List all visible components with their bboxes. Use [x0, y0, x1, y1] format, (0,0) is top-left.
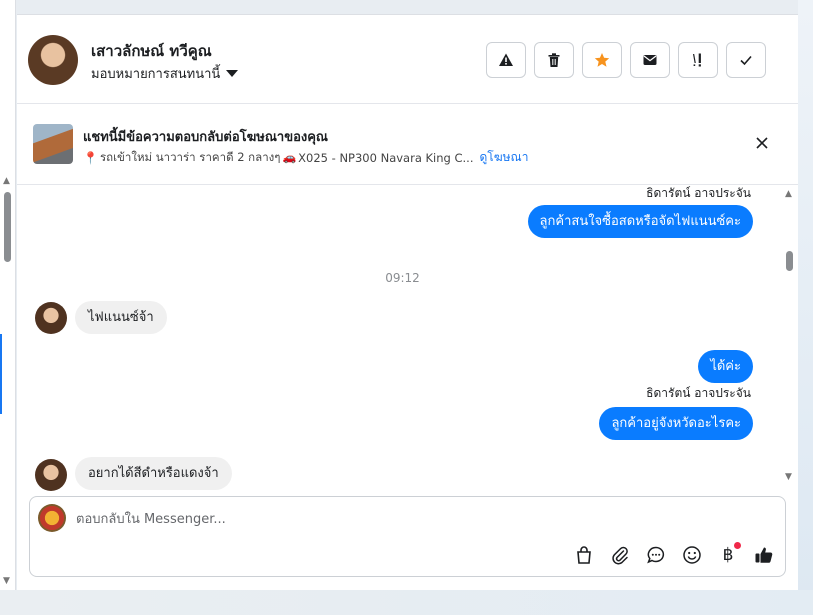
shopping-bag-icon — [577, 546, 591, 564]
contact-avatar-small[interactable] — [35, 302, 67, 334]
smiley-icon — [683, 546, 701, 564]
left-scrollbar-thumb[interactable] — [4, 192, 11, 262]
ad-description-text: รถเข้าใหม่ นาวาร่า ราคาดี 2 กลางๆ — [99, 149, 281, 164]
ad-description: 📍 รถเข้าใหม่ นาวาร่า ราคาดี 2 กลางๆ 🚗 X0… — [83, 148, 528, 167]
chat-bubble-icon — [647, 546, 665, 564]
contact-avatar[interactable] — [28, 35, 78, 85]
caret-down-icon — [226, 70, 239, 77]
scroll-up-arrow-icon[interactable]: ▲ — [3, 176, 10, 186]
outgoing-message[interactable]: ลูกค้าอยู่จังหวัดอะไรคะ — [599, 407, 753, 440]
payment-button[interactable]: ฿ — [718, 542, 741, 565]
notification-dot — [734, 542, 741, 549]
scroll-down-arrow-icon[interactable]: ▼ — [3, 576, 10, 586]
background-footer — [0, 590, 813, 615]
thread-scrollbar-thumb[interactable] — [786, 251, 793, 271]
message-timestamp: 09:12 — [385, 271, 420, 285]
emoji-button[interactable] — [682, 545, 702, 565]
ad-thumbnail[interactable] — [33, 124, 73, 164]
composer-tools: ฿ — [574, 542, 774, 565]
contact-avatar-small[interactable] — [35, 459, 67, 491]
mark-unread-button[interactable] — [630, 42, 670, 78]
left-column: ▲ ▼ — [0, 0, 16, 590]
close-icon[interactable] — [753, 134, 771, 152]
envelope-icon — [643, 55, 657, 65]
incoming-message[interactable]: อยากได้สีดำหรือแดงจ้า — [75, 457, 232, 490]
reply-composer: ฿ — [29, 496, 786, 577]
attach-button[interactable] — [610, 545, 630, 565]
star-icon — [594, 53, 610, 67]
thumbs-up-icon — [755, 547, 773, 563]
outgoing-message[interactable]: ลูกค้าสนใจซื้อสดหรือจัดไฟแนนซ์คะ — [527, 205, 753, 238]
paperclip-icon — [612, 546, 628, 565]
sender-name: ธิดารัตน์ อาจประจัน — [646, 186, 751, 200]
like-button[interactable] — [754, 545, 774, 565]
message-thread[interactable]: ▲ ▼ ธิดารัตน์ อาจประจัน ลูกค้าสนใจซื้อสด… — [17, 186, 798, 493]
page-avatar — [38, 504, 66, 532]
mark-done-button[interactable] — [726, 42, 766, 78]
ad-reply-banner: แชทนี้มีข้อความตอบกลับต่อโฆษณาของคุณ 📍 ร… — [17, 105, 798, 185]
outgoing-message[interactable]: ได้ค่ะ — [698, 350, 753, 383]
assign-conversation-dropdown[interactable]: มอบหมายการสนทนานี้ — [91, 63, 239, 84]
ad-product-text: X025 - NP300 Navara King C... — [298, 150, 474, 165]
active-indicator — [0, 334, 2, 414]
scroll-up-arrow-icon[interactable]: ▲ — [785, 189, 792, 199]
header-actions — [486, 42, 766, 78]
shopping-bag-button[interactable] — [574, 545, 594, 565]
check-icon — [740, 55, 752, 66]
follow-up-icon — [693, 53, 701, 67]
ad-banner-title: แชทนี้มีข้อความตอบกลับต่อโฆษณาของคุณ — [83, 130, 328, 145]
background-strip — [798, 0, 813, 615]
car-icon: 🚗 — [282, 151, 297, 164]
view-ad-link[interactable]: ดูโฆษณา — [480, 148, 529, 167]
star-button[interactable] — [582, 42, 622, 78]
conversation-header: เสาวลักษณ์ ทวีคูณ มอบหมายการสนทนานี้ — [17, 15, 798, 104]
trash-icon — [548, 53, 560, 67]
incoming-message[interactable]: ไฟแนนซ์จ้า — [75, 301, 167, 334]
contact-name[interactable]: เสาวลักษณ์ ทวีคูณ — [91, 39, 212, 63]
warning-icon — [499, 53, 513, 66]
reply-input[interactable] — [76, 508, 676, 530]
saved-replies-button[interactable] — [646, 545, 666, 565]
sender-name: ธิดารัตน์ อาจประจัน — [646, 386, 751, 400]
delete-button[interactable] — [534, 42, 574, 78]
follow-up-button[interactable] — [678, 42, 718, 78]
assign-label: มอบหมายการสนทนานี้ — [91, 67, 221, 82]
conversation-panel: เสาวลักษณ์ ทวีคูณ มอบหมายการสนทนานี้ แชท… — [17, 14, 798, 590]
pin-icon: 📍 — [83, 150, 98, 165]
scroll-down-arrow-icon[interactable]: ▼ — [785, 472, 792, 482]
report-button[interactable] — [486, 42, 526, 78]
baht-icon: ฿ — [722, 545, 734, 565]
